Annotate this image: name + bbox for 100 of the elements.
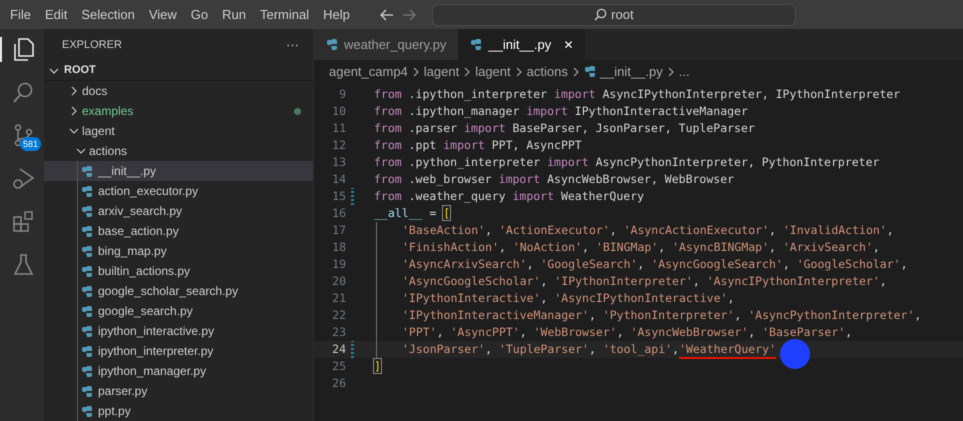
line-number: 24 (331, 340, 346, 358)
more-actions-button[interactable]: ··· (286, 35, 299, 55)
python-file-icon (81, 204, 93, 218)
line-number: 20 (331, 272, 346, 290)
menu-item[interactable]: Help (323, 4, 350, 24)
code-line: from .weather_query import WeatherQuery (374, 188, 644, 205)
python-file-icon (81, 384, 93, 398)
menu-item[interactable]: View (148, 4, 177, 24)
code-line: from .ipython_manager import IPythonInteractiveManager (374, 102, 748, 120)
code-line: 'BaseAction', 'ActionExecutor', 'AsyncActionExecutor', 'InvalidAction', (401, 222, 894, 239)
python-file-icon (81, 224, 93, 238)
tree-item[interactable]: examples (44, 101, 313, 121)
breadcrumb-item[interactable]: lagent (475, 62, 511, 82)
tree-item[interactable]: docs (44, 81, 313, 101)
tree-item[interactable]: __init__.py (44, 161, 313, 181)
python-file-icon (584, 65, 596, 78)
python-file-icon (81, 184, 93, 198)
line-number: 21 (331, 290, 346, 307)
python-file-icon (470, 38, 482, 51)
tree-item[interactable]: parser.py (44, 381, 313, 401)
tree-item[interactable]: google_search.py (44, 301, 313, 321)
line-number: 13 (331, 154, 346, 171)
python-file-icon (81, 244, 93, 258)
line-number: 12 (331, 136, 346, 154)
explorer-title: EXPLORER (62, 38, 122, 53)
python-file-icon (81, 324, 93, 338)
menu-item[interactable]: Edit (44, 4, 68, 24)
flask-icon[interactable] (10, 252, 36, 277)
code-line: from .parser import BaseParser, JsonParser, TupleParser (374, 120, 755, 137)
code-line: 'JsonParser', 'TupleParser', 'tool_api','WeatherQuery' (401, 340, 776, 358)
tree-item[interactable]: lagent (44, 121, 313, 141)
python-file-icon (326, 38, 338, 51)
line-number: 11 (331, 120, 346, 137)
python-file-icon (81, 364, 93, 378)
line-number: 9 (338, 86, 346, 103)
menu-item[interactable]: Run (222, 4, 246, 24)
chevron-right-icon (412, 66, 420, 76)
line-number: 16 (331, 204, 346, 222)
code-line: from .ipython_interpreter import AsyncIPythonInterpreter, IPythonInterpreter (374, 86, 900, 103)
breadcrumb-item[interactable]: lagent (424, 62, 460, 82)
line-number: 14 (331, 170, 346, 188)
tree-item[interactable]: ipython_manager.py (44, 361, 313, 381)
line-number: 19 (331, 256, 346, 273)
code-line: 'AsyncGoogleScholar', 'IPythonInterpreter', 'AsyncIPythonInterpreter', (401, 272, 887, 290)
code-line: from .ppt import PPT, AsyncPPT (374, 136, 582, 154)
code-line: from .python_interpreter import AsyncPythonInterpreter, PythonInterpreter (374, 154, 880, 171)
tree-item[interactable]: actions (44, 141, 313, 161)
menu-item[interactable]: File (10, 4, 31, 24)
code-line: ] (374, 358, 381, 375)
chevron-right-icon (463, 66, 472, 76)
click-highlight (780, 339, 810, 369)
command-center[interactable]: root (432, 4, 796, 26)
tree-item[interactable]: google_scholar_search.py (44, 281, 313, 301)
command-center-text: root (611, 6, 634, 24)
line-number: 22 (331, 306, 346, 324)
breadcrumb-item[interactable]: actions (526, 62, 568, 82)
tree-item[interactable]: action_executor.py (44, 181, 313, 201)
breadcrumb-item[interactable]: ... (678, 62, 690, 82)
back-icon[interactable] (380, 8, 394, 20)
tree-item[interactable]: ipython_interpreter.py (44, 341, 313, 361)
tree-item[interactable]: ipython_interactive.py (44, 321, 313, 341)
search-icon (594, 8, 608, 21)
tree-item[interactable]: arxiv_search.py (44, 201, 313, 221)
line-number: 10 (331, 102, 346, 120)
chevron-down-icon (48, 66, 60, 76)
menu-item[interactable]: Terminal (260, 4, 310, 24)
line-number: 17 (331, 222, 346, 239)
chevron-right-icon (666, 66, 675, 76)
line-number: 25 (331, 358, 346, 375)
code-line: 'PPT', 'AsyncPPT', 'WebBrowser', 'AsyncWebBrowser', 'BaseParser', (401, 324, 852, 341)
menu-item[interactable]: Go (190, 4, 208, 24)
search-icon[interactable] (10, 80, 36, 105)
forward-icon[interactable] (402, 8, 416, 20)
count-badge: 581 (20, 137, 42, 151)
python-file-icon (81, 284, 93, 298)
python-file-icon (81, 164, 93, 178)
code-line: __all__ = [ (374, 204, 450, 222)
code-line: 'IPythonInteractiveManager', 'PythonInterpreter', 'AsyncPythonInterpreter', (401, 306, 922, 324)
editor-tab[interactable]: weather_query.py (314, 29, 458, 60)
root-folder-header[interactable]: ROOT (44, 61, 313, 81)
line-number: 18 (331, 238, 346, 256)
code-line: 'IPythonInteractive', 'AsyncIPythonInteractive', (401, 290, 734, 307)
code-line: 'AsyncArxivSearch', 'GoogleSearch', 'AsyncGoogleSearch', 'GoogleScholar', (401, 256, 908, 273)
tree-item[interactable]: ppt.py (44, 401, 313, 421)
line-number: 15 (331, 188, 346, 205)
breadcrumb-item[interactable]: __init__.py (600, 62, 663, 82)
line-number: 23 (331, 324, 346, 341)
extensions-icon[interactable] (10, 209, 36, 234)
python-file-icon (81, 304, 93, 318)
python-file-icon (81, 344, 93, 358)
tree-item[interactable]: base_action.py (44, 221, 313, 241)
breadcrumb-item[interactable]: agent_camp4 (329, 62, 408, 82)
editor-tab[interactable]: __init__.py ✕ (458, 29, 586, 60)
python-file-icon (81, 264, 93, 278)
run-debug-icon[interactable] (10, 166, 36, 191)
tree-item[interactable]: builtin_actions.py (44, 261, 313, 281)
menu-item[interactable]: Selection (81, 4, 135, 24)
code-line: from .web_browser import AsyncWebBrowser, WebBrowser (374, 170, 734, 188)
close-tab-button[interactable]: ✕ (563, 36, 574, 54)
tree-item[interactable]: bing_map.py (44, 241, 313, 261)
